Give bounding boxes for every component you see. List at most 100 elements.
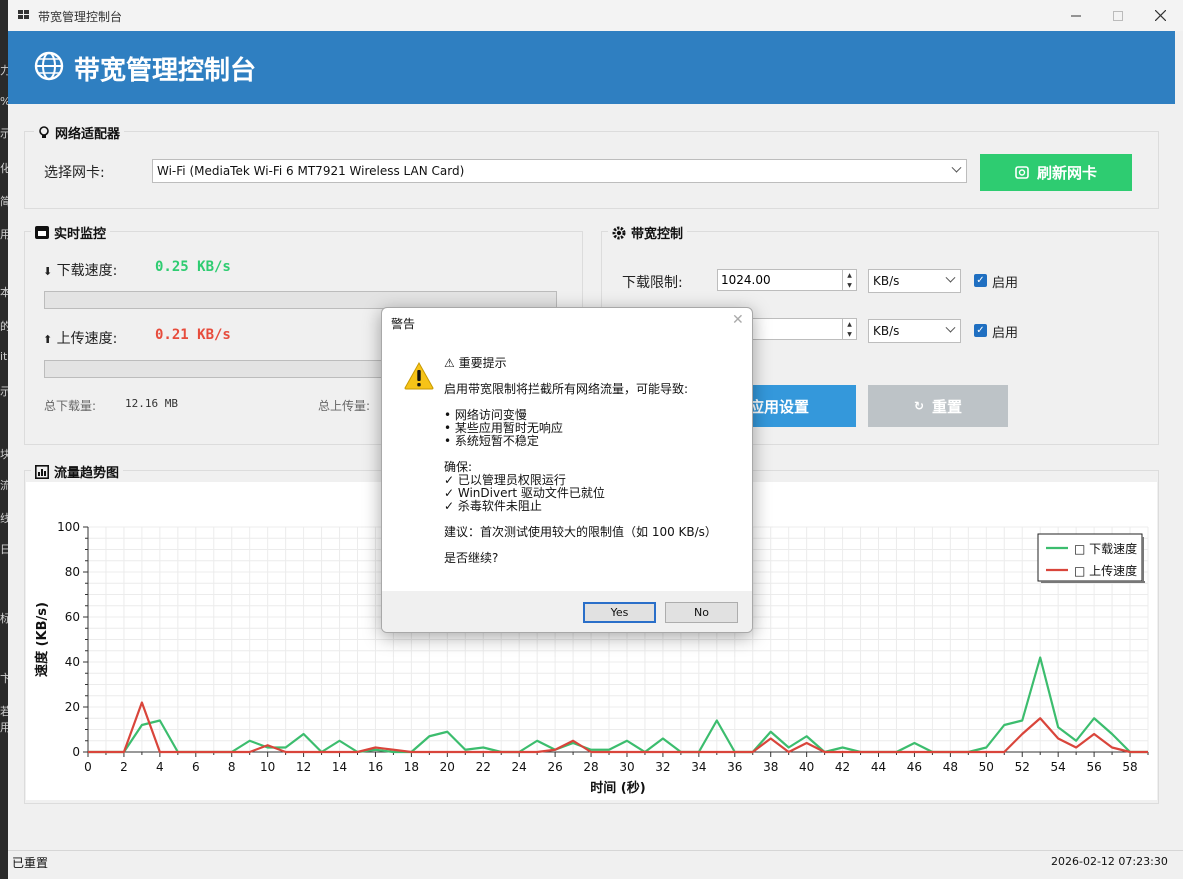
y-tick-label: 40 (65, 655, 80, 669)
status-timestamp: 2026-02-12 07:23:30 (1051, 855, 1168, 868)
total-download-label: 总下载量: (44, 399, 97, 413)
x-tick-label: 52 (1015, 760, 1030, 774)
control-group-label: 带宽控制 (608, 223, 688, 242)
x-tick-label: 16 (368, 760, 383, 774)
x-tick-label: 40 (799, 760, 814, 774)
dialog-line: 启用带宽限制将拦截所有网络流量，可能导致: (444, 382, 689, 396)
chevron-down-icon (945, 322, 956, 333)
x-tick-label: 38 (763, 760, 778, 774)
dialog-advice: 建议：首次测试使用较大的限制值（如 100 KB/s） (444, 525, 717, 539)
upload-speed-value: 0.21 KB/s (155, 327, 231, 343)
x-tick-label: 48 (943, 760, 958, 774)
y-tick-label: 100 (57, 520, 80, 534)
total-download-value: 12.16 MB (125, 397, 178, 410)
download-series-line (88, 656, 1148, 754)
x-tick-label: 6 (192, 760, 200, 774)
chart-icon (35, 464, 49, 479)
x-tick-label: 12 (296, 760, 311, 774)
maximize-icon (1113, 10, 1123, 21)
dialog-footer: Yes No (382, 591, 752, 632)
download-limit-label: 下载限制: (622, 275, 683, 291)
dialog-question: 是否继续? (444, 551, 499, 565)
y-tick-label: 0 (72, 745, 80, 759)
lightbulb-icon (39, 126, 49, 138)
chevron-down-icon (945, 272, 956, 283)
spin-down-icon: ▼ (847, 281, 852, 289)
background-text: it (0, 350, 8, 363)
x-tick-label: 0 (84, 760, 92, 774)
upload-unit-select[interactable]: KB/s (868, 319, 961, 343)
x-tick-label: 24 (512, 760, 527, 774)
dialog-check: ✓ 杀毒软件未阻止 (444, 499, 542, 513)
reset-icon: ↻ (913, 399, 925, 413)
x-tick-label: 14 (332, 760, 347, 774)
download-enable-label: 启用 (992, 276, 1019, 291)
x-tick-label: 8 (228, 760, 236, 774)
legend-label: □ 上传速度 (1074, 563, 1137, 578)
chevron-down-icon (951, 162, 962, 173)
spin-up-icon: ▲ (847, 271, 852, 279)
download-unit-select[interactable]: KB/s (868, 269, 961, 293)
gear-icon (612, 226, 626, 239)
x-tick-label: 20 (440, 760, 455, 774)
x-tick-label: 28 (583, 760, 598, 774)
minimize-button[interactable] (1055, 0, 1097, 31)
maximize-button[interactable] (1097, 0, 1139, 31)
x-tick-label: 26 (547, 760, 562, 774)
status-bar: 已重置 2026-02-12 07:23:30 (8, 850, 1183, 879)
download-speed-value: 0.25 KB/s (155, 259, 231, 275)
total-upload-label: 总上传量: (318, 399, 371, 413)
x-tick-label: 34 (691, 760, 706, 774)
no-button[interactable]: No (665, 602, 738, 623)
x-tick-label: 22 (476, 760, 491, 774)
y-tick-label: 80 (65, 565, 80, 579)
x-tick-label: 36 (727, 760, 742, 774)
x-tick-label: 4 (156, 760, 164, 774)
y-tick-label: 20 (65, 700, 80, 714)
header-title: 带宽管理控制台 (74, 56, 257, 86)
legend-shadow (1142, 537, 1144, 583)
upload-speed-label: ⬆ 上传速度: (43, 331, 118, 347)
x-tick-label: 46 (907, 760, 922, 774)
app-header: 带宽管理控制台 (8, 31, 1175, 104)
warning-icon (404, 362, 434, 390)
y-tick-label: 60 (65, 610, 80, 624)
x-tick-label: 10 (260, 760, 275, 774)
dialog-close-button[interactable]: ✕ (732, 312, 744, 328)
x-axis-label: 时间 (秒) (590, 780, 645, 796)
x-tick-label: 50 (979, 760, 994, 774)
dialog-heading: ⚠ 重要提示 (444, 356, 507, 370)
close-icon (1154, 10, 1166, 21)
reset-button[interactable]: ↻ 重置 (868, 385, 1008, 427)
legend-shadow (1041, 581, 1145, 583)
adapter-group-label: 网络适配器 (34, 123, 125, 142)
close-window-button[interactable] (1139, 0, 1181, 31)
adapter-select[interactable]: Wi-Fi (MediaTek Wi-Fi 6 MT7921 Wireless … (152, 159, 967, 183)
legend-label: □ 下载速度 (1074, 541, 1137, 556)
x-tick-label: 54 (1051, 760, 1066, 774)
monitor-group-label: 实时监控 (31, 223, 111, 242)
trend-group-label: 流量趋势图 (31, 462, 124, 481)
x-tick-label: 56 (1086, 760, 1101, 774)
spin-down-icon: ▼ (847, 330, 852, 338)
refresh-adapter-button[interactable]: 刷新网卡 (980, 154, 1132, 191)
monitor-icon (35, 226, 49, 239)
x-tick-label: 42 (835, 760, 850, 774)
y-axis-label: 速度 (KB/s) (34, 602, 50, 677)
yes-button[interactable]: Yes (583, 602, 656, 623)
x-tick-label: 32 (655, 760, 670, 774)
dialog-title: 警告 (391, 317, 416, 331)
warning-dialog: 警告 ✕ ⚠ 重要提示 启用带宽限制将拦截所有网络流量，可能导致: • 网络访问… (381, 307, 753, 633)
upload-enable-checkbox[interactable]: ✓ (974, 324, 987, 337)
dialog-bullet: • 系统短暂不稳定 (444, 434, 539, 448)
arrow-up-icon: ⬆ (43, 333, 53, 346)
download-limit-input[interactable]: 1024.00 ▲ ▼ (717, 269, 857, 291)
app-icon (18, 10, 30, 20)
arrow-down-icon: ⬇ (43, 265, 53, 278)
x-tick-label: 30 (619, 760, 634, 774)
x-tick-label: 44 (871, 760, 886, 774)
x-tick-label: 2 (120, 760, 128, 774)
adapter-select-label: 选择网卡: (44, 165, 105, 181)
x-tick-label: 18 (404, 760, 419, 774)
download-enable-checkbox[interactable]: ✓ (974, 274, 987, 287)
